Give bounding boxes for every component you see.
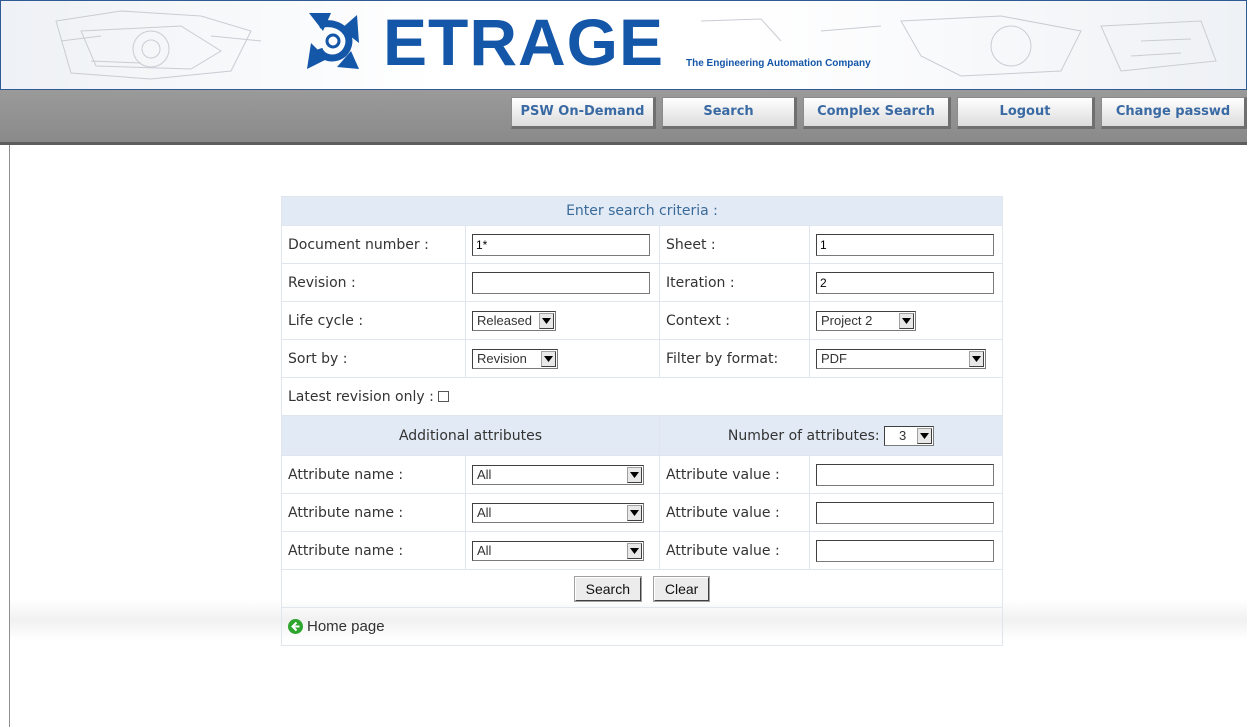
attributes-section-header: Additional attributes Number of attribut… <box>281 415 1003 456</box>
additional-attributes-heading: Additional attributes <box>281 415 660 456</box>
chevron-down-icon <box>627 466 642 483</box>
revision-input[interactable] <box>472 271 650 294</box>
number-of-attributes-label: Number of attributes: <box>727 427 880 444</box>
attribute-value-input[interactable] <box>816 501 994 524</box>
sheet-label: Sheet : <box>659 225 810 264</box>
filter-by-format-select[interactable]: PDF <box>816 348 986 369</box>
search-button[interactable]: Search <box>573 575 642 602</box>
iteration-label: Iteration : <box>659 263 810 302</box>
context-label: Context : <box>659 301 810 340</box>
attribute-row: Attribute name : All Attribute value : <box>281 493 1003 532</box>
site-header: ETRAGE The Engineering Automation Compan… <box>0 0 1247 91</box>
number-of-attributes-value: 3 <box>898 428 907 443</box>
top-nav-bar: PSW On-Demand Search Complex Search Logo… <box>0 90 1247 145</box>
chevron-down-icon <box>917 427 933 444</box>
life-cycle-value: Released <box>477 313 532 328</box>
search-criteria-form: Enter search criteria : Document number … <box>281 196 1003 646</box>
context-select[interactable]: Project 2 <box>816 310 916 331</box>
life-cycle-label: Life cycle : <box>281 301 466 340</box>
chevron-down-icon <box>627 542 642 559</box>
etrage-logo-icon <box>307 13 359 69</box>
nav-search-button[interactable]: Search <box>662 97 797 129</box>
revision-label: Revision : <box>281 263 466 302</box>
attribute-name-value: All <box>477 505 492 520</box>
sheet-input[interactable] <box>816 233 994 256</box>
number-of-attributes-select[interactable]: 3 <box>884 425 935 446</box>
document-number-input[interactable] <box>472 233 650 256</box>
latest-revision-only-checkbox[interactable] <box>437 391 449 402</box>
context-value: Project 2 <box>821 313 873 328</box>
form-row: Life cycle : Released Context : Project … <box>281 301 1003 340</box>
form-title: Enter search criteria : <box>281 196 1003 226</box>
life-cycle-select[interactable]: Released <box>472 310 556 331</box>
filter-by-format-value: PDF <box>821 351 847 366</box>
nav-change-password-button[interactable]: Change passwd <box>1101 97 1247 129</box>
home-page-link[interactable]: Home page <box>288 618 385 635</box>
nav-logout-button[interactable]: Logout <box>957 97 1095 129</box>
form-row: Revision : Iteration : <box>281 263 1003 302</box>
nav-psw-on-demand-button[interactable]: PSW On-Demand <box>511 97 656 129</box>
attribute-name-value: All <box>477 543 492 558</box>
brand-tagline: The Engineering Automation Company <box>686 58 871 69</box>
attribute-name-select[interactable]: All <box>472 540 644 561</box>
form-row: Document number : Sheet : <box>281 225 1003 264</box>
brand-name: ETRAGE <box>383 5 665 79</box>
chevron-down-icon <box>899 312 914 329</box>
home-link-row: Home page <box>281 607 1003 646</box>
filter-by-format-label: Filter by format: <box>659 339 810 378</box>
chevron-down-icon <box>969 350 984 367</box>
sort-by-value: Revision <box>477 351 527 366</box>
form-row: Latest revision only : <box>281 377 1003 416</box>
attribute-name-label: Attribute name : <box>281 493 466 532</box>
attribute-value-label: Attribute value : <box>659 531 810 570</box>
attribute-row: Attribute name : All Attribute value : <box>281 455 1003 494</box>
clear-button[interactable]: Clear <box>652 575 711 602</box>
latest-revision-only-label: Latest revision only : <box>288 388 434 405</box>
attribute-value-label: Attribute value : <box>659 455 810 494</box>
attribute-name-label: Attribute name : <box>281 531 466 570</box>
attribute-name-select[interactable]: All <box>472 502 644 523</box>
attribute-name-label: Attribute name : <box>281 455 466 494</box>
iteration-input[interactable] <box>816 271 994 294</box>
document-number-label: Document number : <box>281 225 466 264</box>
chevron-down-icon <box>539 312 554 329</box>
chevron-down-icon <box>541 350 556 367</box>
form-row: Sort by : Revision Filter by format: PDF <box>281 339 1003 378</box>
attribute-name-value: All <box>477 467 492 482</box>
attribute-row: Attribute name : All Attribute value : <box>281 531 1003 570</box>
sort-by-label: Sort by : <box>281 339 466 378</box>
chevron-down-icon <box>627 504 642 521</box>
attribute-value-input[interactable] <box>816 539 994 562</box>
attribute-value-input[interactable] <box>816 463 994 486</box>
attribute-value-label: Attribute value : <box>659 493 810 532</box>
home-page-link-label: Home page <box>307 617 385 635</box>
attribute-name-select[interactable]: All <box>472 464 644 485</box>
back-arrow-icon <box>288 618 303 634</box>
nav-complex-search-button[interactable]: Complex Search <box>803 97 951 129</box>
form-actions-row: Search Clear <box>281 569 1003 608</box>
sort-by-select[interactable]: Revision <box>472 348 558 369</box>
